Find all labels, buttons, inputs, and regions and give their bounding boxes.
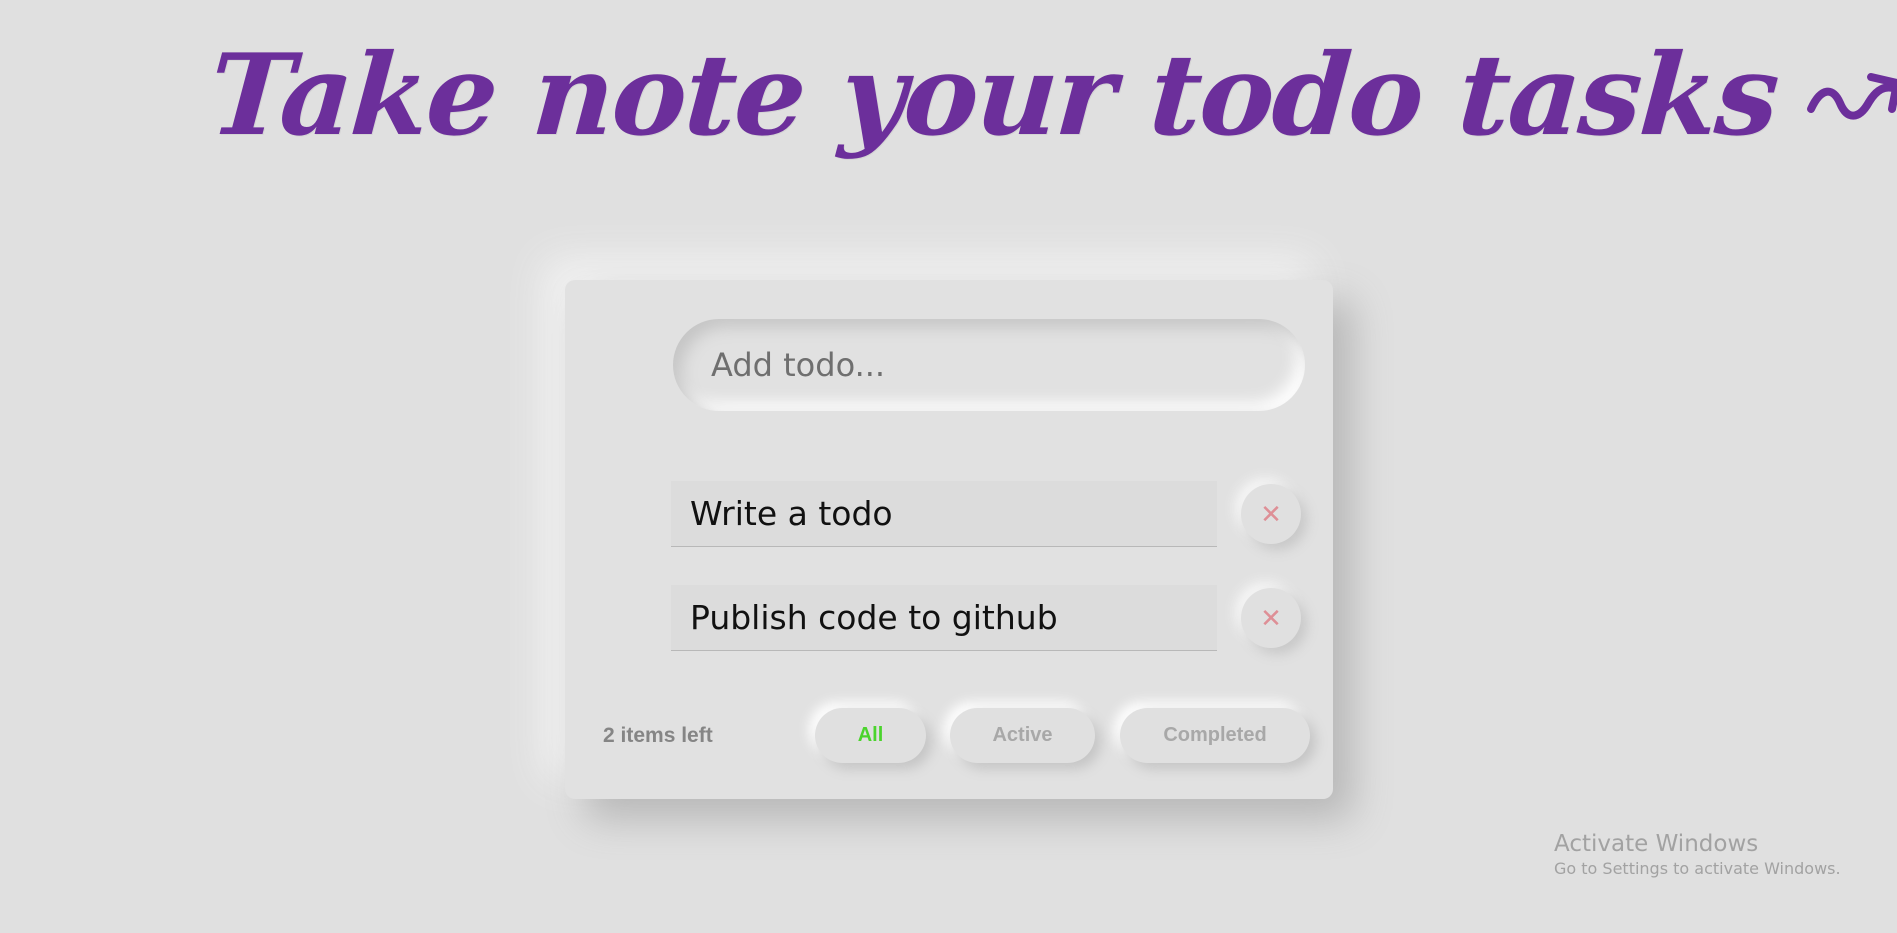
page-heading: Take note your todo tasks	[205, 30, 1897, 161]
page-title: Take note your todo tasks	[205, 30, 1782, 161]
delete-todo-button[interactable]: ✕	[1241, 484, 1301, 544]
items-left-count: 2 items left	[603, 724, 713, 747]
todo-item: Publish code to github ✕	[671, 585, 1301, 653]
filter-completed-button[interactable]: Completed	[1120, 708, 1310, 763]
watermark-title: Activate Windows	[1554, 831, 1759, 857]
todo-card: Add todo... Write a todo ✕ Publish code …	[565, 280, 1333, 799]
todo-text[interactable]: Publish code to github	[671, 585, 1217, 651]
add-todo-input[interactable]: Add todo...	[673, 319, 1305, 411]
todo-footer: 2 items left All Active Completed	[565, 708, 1333, 768]
todo-text[interactable]: Write a todo	[671, 481, 1217, 547]
close-icon: ✕	[1260, 499, 1282, 529]
filter-all-button[interactable]: All	[815, 708, 926, 763]
squiggle-arrow-icon	[1806, 72, 1897, 120]
todo-item: Write a todo ✕	[671, 481, 1301, 549]
delete-todo-button[interactable]: ✕	[1241, 588, 1301, 648]
watermark-subtitle: Go to Settings to activate Windows.	[1554, 859, 1841, 878]
activate-windows-watermark: Activate Windows Go to Settings to activ…	[1554, 829, 1841, 879]
filter-active-button[interactable]: Active	[950, 708, 1095, 763]
close-icon: ✕	[1260, 603, 1282, 633]
